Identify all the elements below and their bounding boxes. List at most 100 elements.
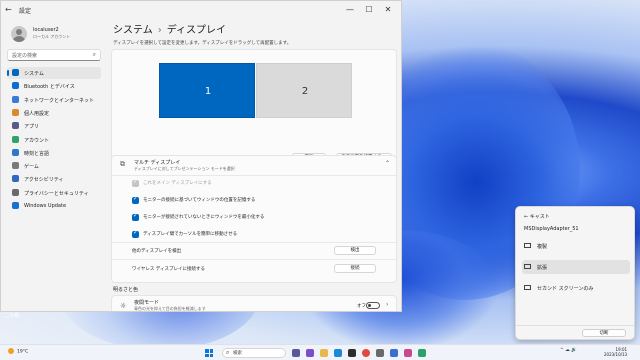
active-indicator [7, 70, 9, 76]
user-account-type: ローカル アカウント [33, 34, 71, 39]
edge-browser-icon[interactable] [334, 349, 342, 357]
windows-update-icon [12, 202, 19, 209]
taskbar-search-box[interactable]: ⌕ 検索 [222, 348, 286, 358]
sidebar-item-gaming[interactable]: ゲーム [7, 160, 101, 172]
clock-date: 2023/10/13 [604, 352, 628, 357]
avatar[interactable] [11, 26, 27, 42]
chevron-right-icon[interactable]: › [386, 301, 388, 308]
sidebar-item-personalization[interactable]: 個人用設定 [7, 107, 101, 119]
night-light-row[interactable]: ☼ 夜間モード 青色の光を抑えて目の負担を軽減します オフ › [111, 295, 397, 311]
multiple-displays-icon: ⧉ [120, 160, 125, 168]
apps-icon [12, 122, 19, 130]
night-light-toggle[interactable] [366, 302, 380, 309]
user-name: localuser2 [33, 27, 59, 33]
taskbar-clock[interactable]: 19:01 2023/10/13 [604, 347, 627, 357]
detect-button[interactable]: 検出 [334, 246, 376, 255]
app-icon[interactable] [418, 349, 426, 357]
chat-icon[interactable] [306, 349, 314, 357]
sidebar-item-network-internet[interactable]: ネットワークとインターネット [7, 94, 101, 106]
wireless-display-label: ワイヤレス ディスプレイに接続する [132, 267, 205, 272]
store-icon[interactable] [348, 349, 356, 357]
sidebar-item-time-language[interactable]: 時刻と言語 [7, 147, 101, 159]
window-title: 設定 [19, 8, 32, 15]
sidebar-item-label: アプリ [24, 124, 40, 131]
personalization-icon [12, 108, 19, 116]
start-button[interactable] [205, 349, 213, 357]
sidebar-item-label: Bluetooth とデバイス [24, 84, 75, 91]
windows-logo-icon [209, 353, 213, 357]
back-arrow-icon[interactable]: ← [5, 5, 12, 14]
connect-button[interactable]: 接続 [334, 264, 376, 273]
accessibility-icon [12, 175, 19, 183]
minimize-windows-checkbox[interactable] [132, 212, 139, 221]
search-icon: ⌕ [92, 51, 96, 58]
night-light-state: オフ [357, 304, 366, 309]
minimize-windows-label: モニターが接続されていないときにウィンドウを最小化する [143, 215, 265, 220]
sidebar-item-label: システム [24, 71, 44, 77]
divider [112, 259, 396, 260]
search-icon: ⌕ [226, 349, 230, 356]
remember-window-position-checkbox[interactable] [132, 195, 139, 204]
breadcrumb-separator: › [157, 25, 162, 36]
sidebar-item-label: アクセシビリティ [24, 177, 64, 184]
sidebar-item-label: アカウント [24, 137, 50, 144]
chrome-browser-icon[interactable] [362, 349, 370, 357]
windows-logo-icon [205, 353, 209, 357]
gaming-icon [12, 162, 19, 170]
detect-displays-label: 他のディスプレイを検出 [132, 249, 182, 254]
app-icon[interactable] [390, 349, 398, 357]
system-tray[interactable]: ^ ☁ 🔊 [560, 348, 577, 353]
sidebar-item-label: Windows Update [24, 203, 67, 209]
night-light-title: 夜間モード [134, 300, 160, 306]
privacy-icon [12, 188, 19, 196]
sidebar-item-label: ゲーム [24, 164, 39, 171]
flyout-footer: 切断 [516, 325, 634, 340]
search-placeholder: 設定の検索 [12, 53, 38, 59]
weather-widget[interactable]: 19°C [8, 348, 28, 355]
task-view-icon[interactable] [292, 349, 300, 357]
sidebar-item-accessibility[interactable]: アクセシビリティ [7, 173, 101, 185]
ease-cursor-movement-checkbox[interactable] [132, 229, 139, 238]
divider [112, 175, 396, 176]
sidebar-item-system[interactable]: システム [7, 67, 101, 79]
night-light-subtitle: 青色の光を抑えて目の負担を軽減します [134, 306, 206, 311]
sidebar-item-apps[interactable]: アプリ [7, 120, 101, 132]
monitor-icon [524, 264, 531, 269]
accounts-icon [12, 135, 19, 143]
recycle-bin-label[interactable]: ごみ箱 [4, 312, 19, 319]
brightness-section-heading: 明るさと色 [113, 287, 139, 293]
maximize-button[interactable]: ☐ [362, 4, 376, 16]
cast-back-header[interactable]: ← キャスト [524, 213, 550, 220]
title-bar[interactable]: ← 設定 — ☐ ✕ [1, 1, 401, 19]
sidebar-item-bluetooth-devices[interactable]: Bluetooth とデバイス [7, 80, 101, 92]
close-button[interactable]: ✕ [381, 4, 395, 16]
projection-option-duplicate[interactable]: 複製 [522, 239, 630, 253]
disconnect-button[interactable]: 切断 [582, 329, 626, 337]
sidebar-item-windows-update[interactable]: Windows Update [7, 200, 101, 212]
projection-option-extend[interactable]: 拡張 [522, 260, 630, 274]
remember-window-position-label: モニターの接続に基づいてウィンドウの位置を記憶する [143, 198, 256, 203]
breadcrumb-parent[interactable]: システム [113, 25, 153, 36]
taskbar-search-placeholder: 検索 [233, 351, 242, 356]
brightness-icon: ☼ [120, 302, 127, 310]
taskbar: 19°C ⌕ 検索 ^ ☁ 🔊 19:01 2023/10/13 [0, 344, 640, 360]
sun-icon [8, 348, 14, 354]
bluetooth-icon [12, 82, 19, 90]
chevron-up-icon[interactable]: ⌃ [385, 160, 390, 167]
sidebar-item-accounts[interactable]: アカウント [7, 134, 101, 146]
file-explorer-icon[interactable] [320, 349, 328, 357]
projection-option-second-screen-only[interactable]: セカンド スクリーンのみ [522, 281, 630, 295]
app-icon[interactable] [404, 349, 412, 357]
projection-option-label: セカンド スクリーンのみ [537, 286, 594, 292]
page-title: ディスプレイ [166, 25, 227, 36]
sidebar-item-privacy-security[interactable]: プライバシーとセキュリティ [7, 187, 101, 199]
projection-option-label: 拡張 [537, 265, 548, 271]
weather-temp: 19°C [17, 349, 29, 355]
monitor-1-tile[interactable]: 1 [159, 63, 255, 118]
settings-app-icon[interactable] [376, 349, 384, 357]
settings-search-input[interactable]: 設定の検索 ⌕ [7, 49, 101, 61]
minimize-button[interactable]: — [343, 4, 357, 16]
connected-device-name: MSDisplayAdapter_51 [524, 226, 579, 232]
projection-option-label: 複製 [537, 244, 548, 250]
monitor-2-tile[interactable]: 2 [256, 63, 352, 118]
